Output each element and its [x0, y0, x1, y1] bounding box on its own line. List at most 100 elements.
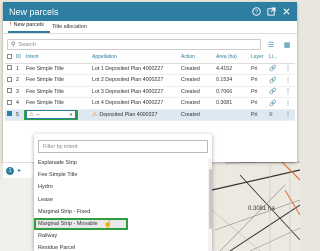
row-checkbox[interactable]: [7, 111, 12, 117]
select-all-cell: [5, 52, 14, 64]
tab-title-allocation[interactable]: Title allocation: [50, 24, 93, 33]
select-all-checkbox[interactable]: [7, 53, 12, 59]
table-row[interactable]: 4 Fee Simple Title Lot 4 Deposited Plan …: [5, 97, 295, 110]
scrollbar-thumb[interactable]: [208, 169, 212, 229]
option-esplanade-strip[interactable]: Esplanade Strip: [34, 157, 212, 169]
hand-cursor-icon: ☝: [103, 221, 113, 229]
col-action[interactable]: Action: [179, 52, 214, 64]
row-id: 3: [14, 86, 24, 98]
col-appellation[interactable]: Appellation: [90, 52, 179, 64]
row-area: [214, 109, 249, 121]
page-next-icon[interactable]: ▸: [18, 167, 21, 174]
search-icon: ⚲: [11, 42, 16, 48]
row-checkbox[interactable]: [7, 76, 12, 82]
close-icon[interactable]: [281, 7, 291, 17]
col-layer[interactable]: Layer: [249, 52, 267, 64]
row-layer: Pri: [249, 63, 267, 75]
page-button[interactable]: 1: [6, 166, 14, 175]
map-area-label: 0.3081 ha: [248, 206, 275, 212]
row-layer: Pri: [249, 74, 267, 87]
more-icon[interactable]: ⋮: [283, 97, 295, 110]
link-icon[interactable]: 🔗: [267, 74, 283, 87]
option-marginal-strip-fixed[interactable]: Marginal Strip - Fixed: [34, 206, 212, 218]
row-action: Created: [179, 63, 214, 75]
row-id: 4: [14, 97, 24, 110]
intent-filter-input[interactable]: Filter by intent: [38, 140, 208, 153]
list-view-icon[interactable]: ☰: [265, 39, 277, 50]
option-fee-simple-title[interactable]: Fee Simple Title: [34, 169, 212, 181]
appellation-text: Deposited Plan 4000227: [99, 112, 158, 119]
col-link[interactable]: Li...: [267, 52, 283, 64]
pager: 1 ▸: [3, 162, 33, 178]
tab-label: New parcels: [13, 22, 44, 28]
more-icon[interactable]: ⋮: [283, 74, 295, 87]
row-appellation: Lot 4 Deposited Plan 4000227: [90, 97, 179, 110]
row-select-cell: [5, 86, 14, 98]
row-layer: Pri: [249, 97, 267, 110]
warning-icon: ⚠: [92, 112, 98, 119]
panel-title: New parcels: [9, 6, 59, 17]
grid-view-icon[interactable]: ▦: [281, 39, 293, 50]
row-intent[interactable]: Fee Simple Title: [24, 97, 90, 110]
help-icon[interactable]: ?: [251, 7, 261, 17]
panel-tabs: ! New parcels Title allocation: [3, 21, 297, 34]
row-layer: Pri: [249, 86, 267, 98]
col-intent[interactable]: Intent: [24, 52, 90, 64]
link-icon[interactable]: 🔗: [267, 63, 283, 75]
row-action: Created: [179, 74, 214, 87]
table-row[interactable]: 1 Fee Simple Title Lot 1 Deposited Plan …: [5, 63, 295, 75]
row-checkbox[interactable]: [7, 88, 12, 94]
tab-label: Title allocation: [51, 24, 87, 30]
option-lease[interactable]: Lease: [34, 194, 212, 206]
col-menu: [283, 52, 295, 64]
svg-text:?: ?: [255, 10, 258, 16]
table-row[interactable]: 3 Fee Simple Title Lot 3 Deposited Plan …: [5, 86, 295, 98]
search-row: ⚲ Search ☰ ▦: [3, 37, 297, 52]
popout-icon[interactable]: [266, 7, 276, 17]
row-intent[interactable]: Fee Simple Title: [24, 63, 90, 75]
row-area: 0.3081: [214, 97, 249, 110]
option-railway[interactable]: Railway: [34, 230, 212, 242]
col-id[interactable]: ID: [14, 52, 24, 64]
row-select-cell: [5, 74, 14, 87]
dropdown-scrollbar[interactable]: [208, 159, 212, 251]
option-marginal-strip-movable[interactable]: Marginal Strip - Movable ☝: [34, 217, 128, 231]
left-strip: [0, 178, 34, 251]
row-intent[interactable]: Fee Simple Title: [24, 74, 90, 87]
chevron-down-icon: ▼: [69, 112, 73, 118]
row-appellation: Lot 1 Deposited Plan 4000227: [90, 63, 179, 75]
warning-icon: !: [10, 22, 12, 28]
row-action: Created: [179, 97, 214, 110]
row-select-cell: [5, 63, 14, 75]
row-intent[interactable]: Fee Simple Title: [24, 86, 90, 98]
row-checkbox[interactable]: [7, 65, 12, 71]
tab-new-parcels[interactable]: ! New parcels: [8, 22, 50, 33]
row-action: Created: [179, 109, 214, 121]
row-id: 2: [14, 74, 24, 87]
more-icon[interactable]: ⋮: [283, 86, 295, 98]
link-icon[interactable]: 🔗: [267, 86, 283, 98]
option-label: Marginal Strip - Movable: [38, 221, 98, 228]
search-placeholder: Search: [18, 41, 36, 48]
more-icon[interactable]: ⋮: [283, 109, 295, 121]
option-residue-parcel[interactable]: Residue Parcel: [34, 242, 212, 251]
link-icon[interactable]: 🔗: [267, 97, 283, 110]
row-appellation: Lot 2 Deposited Plan 4000227: [90, 74, 179, 87]
intent-dropdown: Filter by intent Esplanade Strip Fee Sim…: [34, 134, 212, 251]
row-area: 4.4152: [214, 63, 249, 75]
panel-titlebar: New parcels ?: [3, 2, 297, 21]
table-row-selected[interactable]: 5 ⚠ – ▼ ⚠ Deposited Plan 4000227 Created …: [5, 109, 295, 121]
more-icon[interactable]: ⋮: [283, 63, 295, 75]
table-row[interactable]: 2 Fee Simple Title Lot 2 Deposited Plan …: [5, 74, 295, 87]
layer-edit-icon[interactable]: ≡: [267, 109, 283, 121]
row-area: 0.7066: [214, 86, 249, 98]
col-area[interactable]: Area (ha): [214, 52, 249, 64]
row-checkbox[interactable]: [7, 99, 12, 105]
table-header: ID Intent Appellation Action Area (ha) L…: [5, 52, 295, 64]
row-id: 1: [14, 63, 24, 75]
intent-select[interactable]: ⚠ – ▼: [24, 109, 78, 120]
option-hydro[interactable]: Hydro: [34, 181, 212, 193]
row-area: 0.1534: [214, 74, 249, 87]
search-input[interactable]: ⚲ Search: [7, 39, 261, 50]
parcels-table: ID Intent Appellation Action Area (ha) L…: [5, 52, 295, 121]
